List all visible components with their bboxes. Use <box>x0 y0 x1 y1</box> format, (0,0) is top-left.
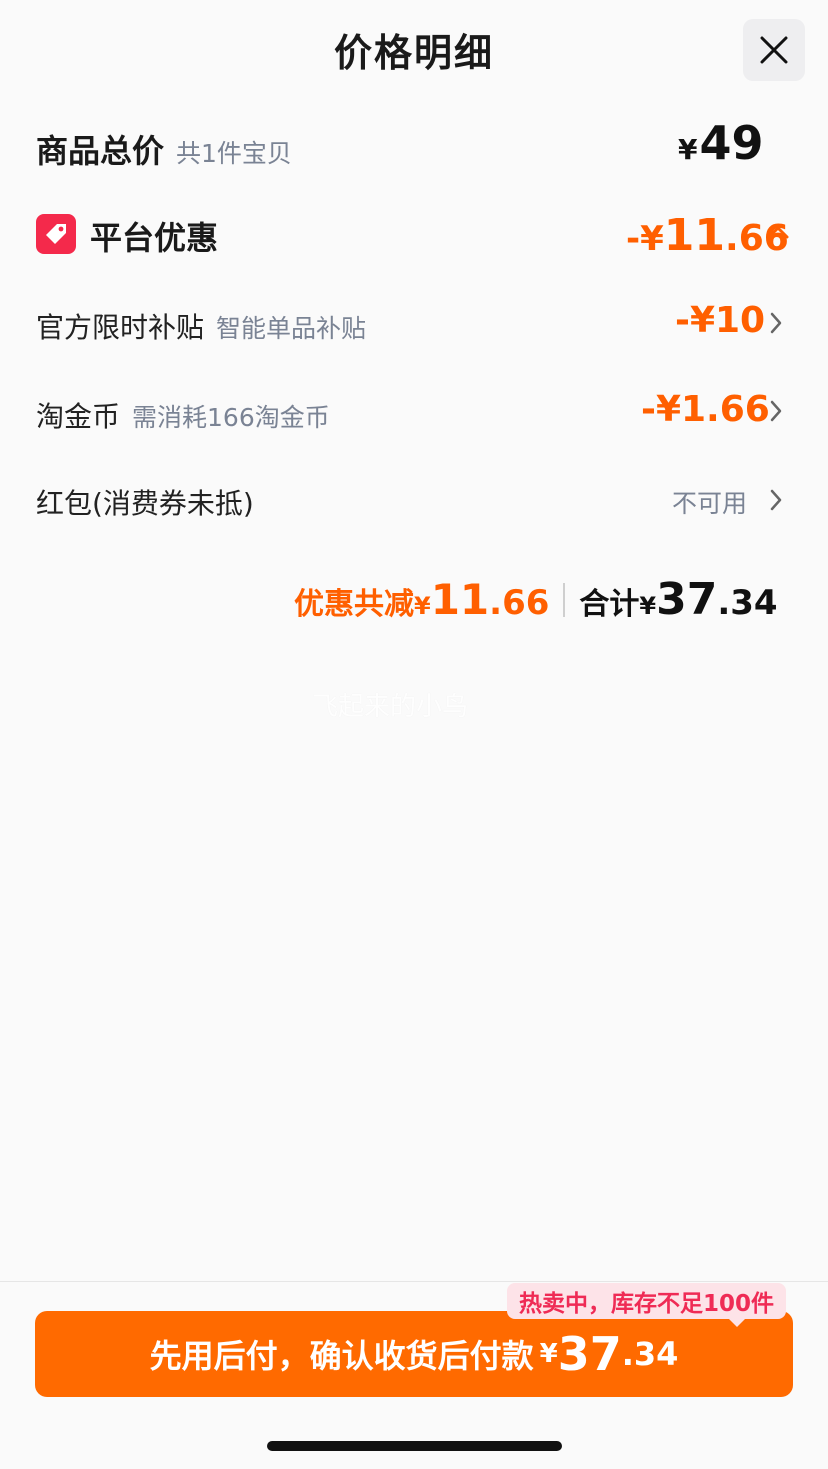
stock-badge: 热卖中，库存不足100件 <box>507 1283 787 1319</box>
subsidy-label: 官方限时补贴 <box>36 311 205 344</box>
platform-discount-amount[interactable]: -¥ 11 .66 <box>626 210 789 261</box>
red-packet-value: 不可用 <box>672 489 748 518</box>
red-packet-label: 红包(消费券未抵) <box>36 487 254 520</box>
discount-total-label: 优惠共减 <box>294 587 414 622</box>
pay-button-label: 先用后付，确认收货后付款 <box>149 1337 534 1375</box>
total-int: 37 <box>656 574 718 625</box>
chevron-right-icon[interactable] <box>768 399 784 427</box>
coins-value: -¥1.66 <box>641 389 770 430</box>
goods-count: 共1件宝贝 <box>176 139 292 168</box>
price-tag-glyph <box>46 224 66 244</box>
stock-badge-tail <box>728 1318 746 1327</box>
pay-button[interactable]: 先用后付，确认收货后付款 ¥ 37 .34 <box>35 1311 793 1397</box>
platform-discount-label: 平台优惠 <box>90 219 219 257</box>
total-dec: .34 <box>717 583 778 623</box>
subsidy-value: -¥10 <box>675 300 766 341</box>
pay-button-amount-dec: .34 <box>621 1335 679 1373</box>
coins-row[interactable]: 淘金币 需消耗166淘金币 <box>36 395 330 435</box>
total-label: 合计 <box>579 587 640 622</box>
subsidy-row[interactable]: 官方限时补贴 智能单品补贴 <box>36 306 366 346</box>
chevron-right-icon[interactable] <box>768 311 784 339</box>
summary: 优惠共减 ¥ 11 .66 合计 ¥ 37 .34 <box>294 574 778 625</box>
discount-total-dec: .66 <box>489 583 550 623</box>
discount-total-int: 11 <box>430 575 490 624</box>
goods-total-label: 商品总价 <box>36 132 165 170</box>
tag-icon <box>36 214 76 254</box>
bottom-divider <box>0 1281 828 1282</box>
close-icon <box>760 36 788 64</box>
divider <box>563 582 566 617</box>
page-title: 价格明细 <box>333 31 494 75</box>
goods-total-amount: ¥ 49 <box>678 116 764 170</box>
subsidy-sub: 智能单品补贴 <box>216 314 367 343</box>
home-indicator[interactable] <box>267 1441 562 1451</box>
watermark-text: 飞起来的小鸟 <box>312 692 469 722</box>
coins-label: 淘金币 <box>36 400 121 433</box>
chevron-up-icon[interactable] <box>766 224 790 244</box>
chevron-right-icon[interactable] <box>768 488 784 516</box>
close-button[interactable] <box>743 19 805 81</box>
pay-button-amount-int: 37 <box>557 1327 622 1381</box>
coins-sub: 需消耗166淘金币 <box>132 403 330 432</box>
goods-total-row: 商品总价 共1件宝贝 <box>36 126 292 172</box>
